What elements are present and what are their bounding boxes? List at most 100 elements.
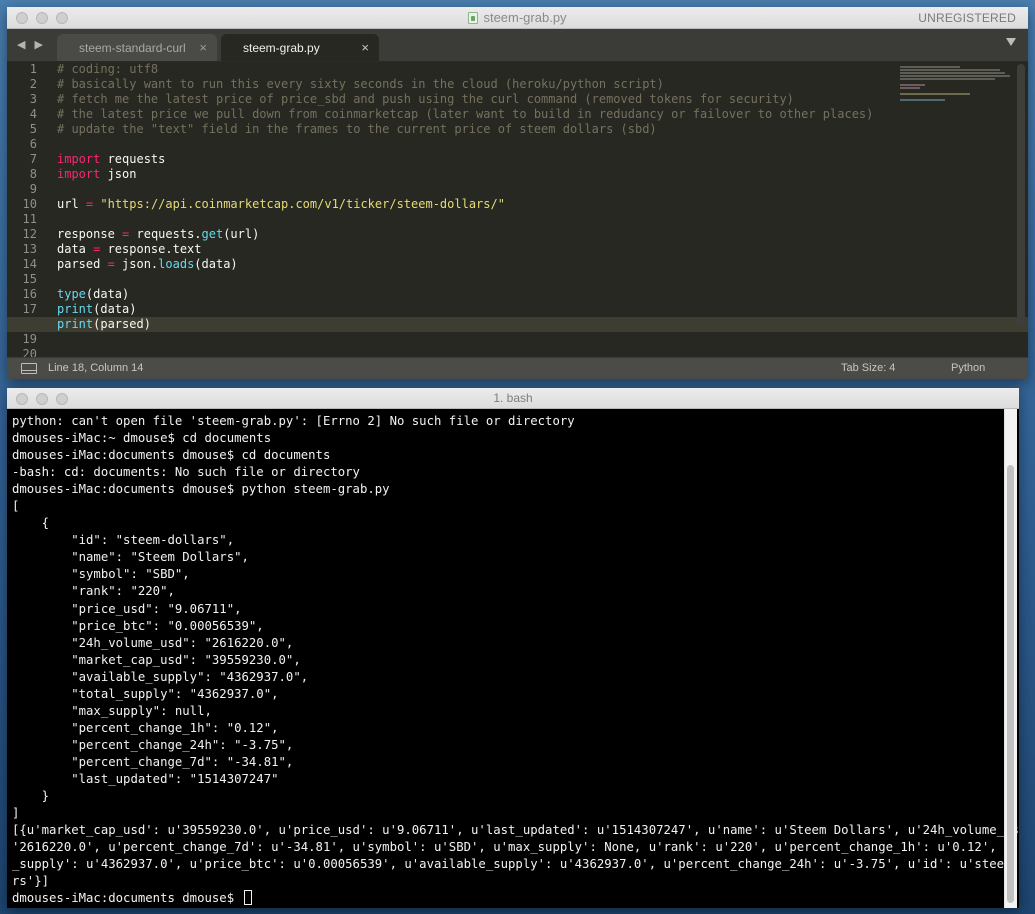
tab-steem-standard-curl[interactable]: steem-standard-curl × bbox=[57, 34, 217, 61]
terminal-line: "total_supply": "4362937.0", bbox=[12, 686, 279, 701]
terminal-text[interactable]: python: can't open file 'steem-grab.py':… bbox=[12, 413, 1019, 907]
tab-nav-arrows-icon[interactable]: ◀ ▶ bbox=[17, 38, 46, 51]
window-title-text: steem-grab.py bbox=[483, 10, 567, 25]
line-number: 5 bbox=[29, 122, 37, 136]
tab-bar: ◀ ▶ steem-standard-curl × steem-grab.py … bbox=[7, 29, 1028, 62]
line-number: 11 bbox=[22, 212, 37, 226]
code-line-15[interactable] bbox=[57, 272, 888, 287]
code-line-6[interactable] bbox=[57, 137, 888, 152]
line-number: 8 bbox=[29, 167, 37, 181]
terminal-line: "percent_change_1h": "0.12", bbox=[12, 720, 279, 735]
code-line-16[interactable]: type(data) bbox=[57, 287, 888, 302]
cursor-position: Line 18, Column 14 bbox=[48, 362, 144, 374]
line-number: 4 bbox=[29, 107, 37, 121]
terminal-line: } bbox=[12, 789, 50, 804]
terminal-line: { bbox=[12, 516, 50, 531]
line-number: 15 bbox=[22, 272, 37, 286]
terminal-prompt-line[interactable]: dmouses-iMac:documents dmouse$ bbox=[12, 890, 1006, 907]
terminal-line: "rank": "220", bbox=[12, 584, 175, 599]
terminal-line: dmouses-iMac:documents dmouse$ cd docume… bbox=[12, 448, 331, 463]
zoom-window-button[interactable] bbox=[56, 12, 68, 24]
line-number: 2 bbox=[29, 77, 37, 91]
line-number: 14 bbox=[22, 257, 37, 271]
tab-steem-grab[interactable]: steem-grab.py × bbox=[221, 34, 379, 61]
tab-close-icon[interactable]: × bbox=[199, 40, 207, 55]
code-line-14[interactable]: parsed = json.loads(data) bbox=[57, 257, 888, 272]
line-number: 3 bbox=[29, 92, 37, 106]
minimize-window-button[interactable] bbox=[36, 393, 48, 405]
terminal-line: "max_supply": null, bbox=[12, 703, 212, 718]
window-controls bbox=[16, 12, 68, 24]
line-number: 6 bbox=[29, 137, 37, 151]
code-line-20[interactable] bbox=[57, 347, 888, 357]
window-title: steem-grab.py bbox=[468, 10, 567, 25]
line-number: 10 bbox=[22, 197, 37, 211]
terminal-scrollbar-thumb[interactable] bbox=[1007, 465, 1014, 903]
code-line-9[interactable] bbox=[57, 182, 888, 197]
code-editor[interactable]: 1 2 3 4 5 6 7 8 9 10 11 12 13 14 15 16 1… bbox=[7, 62, 1028, 357]
sublime-window: steem-grab.py UNREGISTERED ◀ ▶ steem-sta… bbox=[7, 7, 1028, 379]
line-number: 16 bbox=[22, 287, 37, 301]
terminal-prompt: dmouses-iMac:documents dmouse$ bbox=[12, 891, 242, 906]
terminal-line: "symbol": "SBD", bbox=[12, 567, 190, 582]
editor-scrollbar[interactable] bbox=[1017, 64, 1025, 326]
terminal-line: "price_usd": "9.06711", bbox=[12, 601, 242, 616]
terminal-line: python: can't open file 'steem-grab.py':… bbox=[12, 414, 575, 428]
code-line-12[interactable]: response = requests.get(url) bbox=[57, 227, 888, 242]
terminal-output[interactable]: python: can't open file 'steem-grab.py':… bbox=[7, 409, 1019, 908]
line-number: 13 bbox=[22, 242, 37, 256]
close-window-button[interactable] bbox=[16, 393, 28, 405]
code-line-17[interactable]: print(data) bbox=[57, 302, 888, 317]
code-line-3[interactable]: # fetch me the latest price of price_sbd… bbox=[57, 92, 888, 107]
code-line-4[interactable]: # the latest price we pull down from coi… bbox=[57, 107, 888, 122]
code-line-7[interactable]: import requests bbox=[57, 152, 888, 167]
panel-toggle-icon[interactable] bbox=[21, 363, 37, 374]
line-number: 7 bbox=[29, 152, 37, 166]
tab-dropdown-icon[interactable] bbox=[1006, 38, 1016, 46]
terminal-line: "available_supply": "4362937.0", bbox=[12, 669, 309, 684]
terminal-line: "name": "Steem Dollars", bbox=[12, 550, 249, 565]
tab-size-selector[interactable]: Tab Size: 4 bbox=[841, 362, 895, 374]
zoom-window-button[interactable] bbox=[56, 393, 68, 405]
line-number: 17 bbox=[22, 302, 37, 316]
code-line-8[interactable]: import json bbox=[57, 167, 888, 182]
terminal-line: rs'}] bbox=[12, 874, 50, 889]
python-file-icon bbox=[468, 11, 479, 24]
minimap[interactable] bbox=[900, 66, 1010, 106]
line-number: 1 bbox=[29, 62, 37, 76]
terminal-line: dmouses-iMac:documents dmouse$ python st… bbox=[12, 482, 390, 497]
code-line-13[interactable]: data = response.text bbox=[57, 242, 888, 257]
terminal-line: "last_updated": "1514307247" bbox=[12, 771, 279, 786]
code-lines[interactable]: # coding: utf8 # basically want to run t… bbox=[7, 62, 1028, 357]
close-window-button[interactable] bbox=[16, 12, 28, 24]
terminal-line: "percent_change_7d": "-34.81", bbox=[12, 754, 294, 769]
code-line-1[interactable]: # coding: utf8 bbox=[57, 62, 888, 77]
tab-label: steem-standard-curl bbox=[79, 40, 186, 55]
syntax-selector[interactable]: Python bbox=[951, 362, 985, 374]
terminal-line: "id": "steem-dollars", bbox=[12, 533, 235, 548]
line-number: 9 bbox=[29, 182, 37, 196]
code-line-10[interactable]: url = "https://api.coinmarketcap.com/v1/… bbox=[57, 197, 888, 212]
status-bar: Line 18, Column 14 Tab Size: 4 Python bbox=[7, 357, 1028, 379]
terminal-titlebar: 1. bash bbox=[7, 388, 1019, 409]
terminal-line: "24h_volume_usd": "2616220.0", bbox=[12, 635, 294, 650]
terminal-line: dmouses-iMac:~ dmouse$ cd documents bbox=[12, 431, 272, 446]
terminal-line: "market_cap_usd": "39559230.0", bbox=[12, 652, 301, 667]
minimize-window-button[interactable] bbox=[36, 12, 48, 24]
code-line-19[interactable] bbox=[57, 332, 888, 347]
terminal-window: 1. bash python: can't open file 'steem-g… bbox=[7, 388, 1019, 908]
code-line-18-current[interactable]: print(parsed) bbox=[7, 317, 1028, 332]
terminal-line: "percent_change_24h": "-3.75", bbox=[12, 737, 294, 752]
terminal-line: -bash: cd: documents: No such file or di… bbox=[12, 465, 360, 480]
tab-label: steem-grab.py bbox=[243, 40, 320, 55]
terminal-line: ] bbox=[12, 806, 20, 821]
code-line-2[interactable]: # basically want to run this every sixty… bbox=[57, 77, 888, 92]
code-line-5[interactable]: # update the "text" field in the frames … bbox=[57, 122, 888, 137]
terminal-line: '2616220.0', u'percent_change_7d': u'-34… bbox=[12, 840, 1019, 855]
line-number: 12 bbox=[22, 227, 37, 241]
code-line-11[interactable] bbox=[57, 212, 888, 227]
terminal-cursor bbox=[243, 890, 252, 906]
tab-close-icon[interactable]: × bbox=[361, 40, 369, 55]
line-number: 20 bbox=[22, 347, 37, 357]
terminal-line: [{u'market_cap_usd': u'39559230.0', u'pr… bbox=[12, 823, 1019, 838]
